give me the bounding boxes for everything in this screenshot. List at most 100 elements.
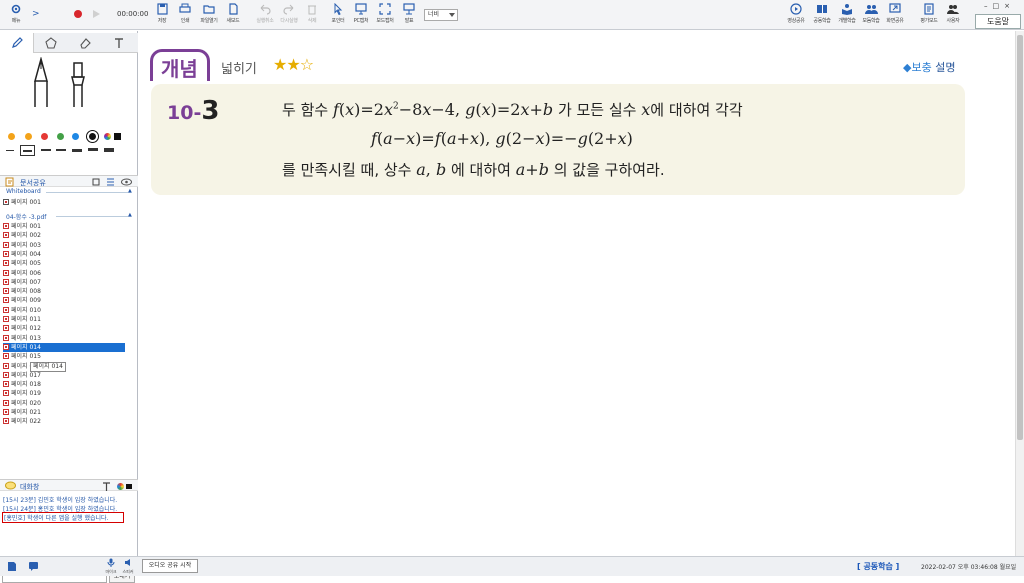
video-share-button[interactable]: 영상공유 bbox=[784, 3, 808, 29]
pdf-page-item[interactable]: 페이지 008 bbox=[3, 287, 41, 296]
tab-shape[interactable] bbox=[34, 33, 68, 53]
board-scrollbar[interactable] bbox=[1015, 31, 1024, 556]
scroll-thumb[interactable] bbox=[1017, 35, 1023, 440]
color-amber[interactable] bbox=[25, 133, 32, 140]
difficulty-stars: ★★☆ bbox=[273, 55, 314, 74]
pdf-page-item[interactable]: 페이지 018 bbox=[3, 380, 41, 389]
page-label: 페이지 006 bbox=[11, 269, 41, 277]
line-width-6[interactable] bbox=[88, 148, 98, 151]
line-width-1[interactable] bbox=[6, 150, 14, 151]
record-button[interactable] bbox=[74, 10, 82, 18]
pdf-page-item[interactable]: 페이지 012 bbox=[3, 324, 41, 333]
supplement-label: ◆보충 설명 bbox=[903, 59, 955, 75]
pdf-page-item[interactable]: 페이지 007 bbox=[3, 278, 41, 287]
board-stage[interactable]: 개념 넓히기 ★★☆ ◆보충 설명 10-3 두 함수 f(x)=2x2−8x−… bbox=[139, 31, 1015, 555]
group-learn-button[interactable]: 모둠학습 bbox=[859, 3, 883, 29]
board-capture-button[interactable]: 보드캡처 bbox=[373, 3, 397, 29]
chat-color-icon[interactable] bbox=[117, 483, 124, 490]
document-icon[interactable] bbox=[7, 561, 17, 572]
users-button[interactable]: 사용자 bbox=[941, 3, 965, 29]
line-width-2-selected[interactable] bbox=[20, 145, 35, 156]
save-doc-icon[interactable] bbox=[92, 178, 100, 186]
eval-mode-button[interactable]: 평가모드 bbox=[917, 3, 941, 29]
pdf-page-item[interactable]: 페이지 011 bbox=[3, 315, 41, 324]
eye-icon[interactable] bbox=[121, 178, 132, 186]
chat-icon[interactable] bbox=[28, 561, 39, 572]
pointer-button[interactable]: 포인터 bbox=[326, 3, 350, 29]
color-green[interactable] bbox=[57, 133, 64, 140]
window-controls[interactable]: –□× bbox=[984, 2, 1015, 10]
delete-button[interactable]: 삭제 bbox=[300, 3, 324, 29]
zoom-select[interactable]: 너비 bbox=[424, 9, 458, 21]
pdf-page-item[interactable]: 페이지 006 bbox=[3, 269, 41, 278]
color-palette-icon[interactable] bbox=[104, 133, 111, 140]
pdf-page-item[interactable]: 페이지 001 bbox=[3, 222, 41, 231]
collapse-icon[interactable]: ▲ bbox=[128, 212, 132, 218]
pdf-page-icon bbox=[3, 223, 9, 229]
pdf-page-item[interactable]: 페이지 015 bbox=[3, 352, 41, 361]
whiteboard-page[interactable]: 페이지 001 bbox=[3, 198, 41, 207]
pdf-page-icon bbox=[3, 260, 9, 267]
save-button[interactable]: 저장 bbox=[150, 3, 174, 29]
individual-learn-button[interactable]: 개별학습 bbox=[835, 3, 859, 29]
chat-alert-message: [홍민호] 학생이 다른 앱을 실행 했습니다. bbox=[4, 515, 109, 522]
tab-text[interactable] bbox=[102, 33, 136, 53]
screen-share-button[interactable]: 화면공유 bbox=[883, 3, 907, 29]
print-button[interactable]: 인쇄 bbox=[173, 3, 197, 29]
collapse-icon[interactable]: ▲ bbox=[128, 188, 132, 194]
redo-button[interactable]: 다시실행 bbox=[277, 3, 301, 29]
mic-button[interactable]: 마이크 bbox=[104, 558, 118, 574]
pdf-page-item[interactable]: 페이지 004 bbox=[3, 250, 41, 259]
line-width-7[interactable] bbox=[104, 148, 114, 152]
present-button[interactable]: 발표 bbox=[397, 3, 421, 29]
highlighter-icon[interactable] bbox=[64, 61, 92, 109]
color-blue[interactable] bbox=[72, 133, 79, 140]
supplement-prefix: ◆보충 bbox=[903, 61, 932, 74]
eraser-icon bbox=[80, 38, 91, 49]
new-board-button[interactable]: 새보드 bbox=[221, 3, 245, 29]
line-width-5[interactable] bbox=[72, 149, 82, 152]
whiteboard-group[interactable]: Whiteboard bbox=[6, 188, 41, 195]
board-capture-label: 보드캡처 bbox=[376, 18, 394, 24]
pdf-page-item[interactable]: 페이지 010 bbox=[3, 306, 41, 315]
help-button[interactable]: 도움말 bbox=[975, 14, 1021, 29]
speaker-button[interactable]: 스피커 bbox=[120, 558, 136, 574]
play-button[interactable] bbox=[93, 10, 100, 18]
chat-color-swatch[interactable] bbox=[126, 484, 132, 489]
tab-eraser[interactable] bbox=[68, 33, 102, 53]
audio-share-button[interactable]: 오디오 공유 시작 bbox=[142, 559, 198, 573]
page-label: 페이지 009 bbox=[11, 297, 41, 305]
color-swatch-black[interactable] bbox=[114, 133, 121, 140]
pdf-page-item[interactable]: 페이지 017 bbox=[3, 371, 41, 380]
line-width-3[interactable] bbox=[41, 149, 51, 151]
coop-learn-button[interactable]: 공동학습 bbox=[810, 3, 834, 29]
list-icon[interactable] bbox=[106, 178, 115, 186]
expand-chevron-icon[interactable]: > bbox=[32, 9, 40, 19]
pdf-page-item[interactable]: 페이지 005 bbox=[3, 259, 41, 268]
tab-pen[interactable] bbox=[0, 33, 34, 53]
color-orange[interactable] bbox=[8, 133, 15, 140]
gear-icon bbox=[11, 4, 21, 14]
save-label: 저장 bbox=[157, 18, 167, 24]
pdf-page-item[interactable]: 페이지 020 bbox=[3, 399, 41, 408]
text-style-icon[interactable] bbox=[102, 482, 111, 491]
open-file-button[interactable]: 파일열기 bbox=[197, 3, 221, 29]
undo-button[interactable]: 실행취소 bbox=[253, 3, 277, 29]
color-black-selected[interactable] bbox=[87, 131, 98, 142]
pdf-group[interactable]: 04-함수 -3.pdf bbox=[6, 212, 46, 221]
pc-capture-button[interactable]: PC캡처 bbox=[349, 3, 373, 29]
group-icon bbox=[865, 5, 878, 14]
pdf-page-item[interactable]: 페이지 021 bbox=[3, 408, 41, 417]
pdf-page-item[interactable]: 페이지 013 bbox=[3, 334, 41, 343]
pdf-page-item[interactable]: 페이지 019 bbox=[3, 389, 41, 398]
color-red[interactable] bbox=[41, 133, 48, 140]
line-width-4[interactable] bbox=[56, 149, 66, 151]
pen-tip-icon[interactable] bbox=[28, 57, 54, 109]
pdf-page-item[interactable]: 페이지 002 bbox=[3, 231, 41, 240]
pdf-page-item[interactable]: 페이지 022 bbox=[3, 417, 41, 426]
pdf-page-item[interactable]: 페이지 014 bbox=[3, 342, 125, 352]
screen-share-label: 화면공유 bbox=[886, 18, 904, 24]
pdf-page-item[interactable]: 페이지 003 bbox=[3, 241, 41, 250]
menu-button[interactable]: 메뉴 bbox=[4, 3, 28, 29]
pdf-page-item[interactable]: 페이지 009 bbox=[3, 296, 41, 305]
